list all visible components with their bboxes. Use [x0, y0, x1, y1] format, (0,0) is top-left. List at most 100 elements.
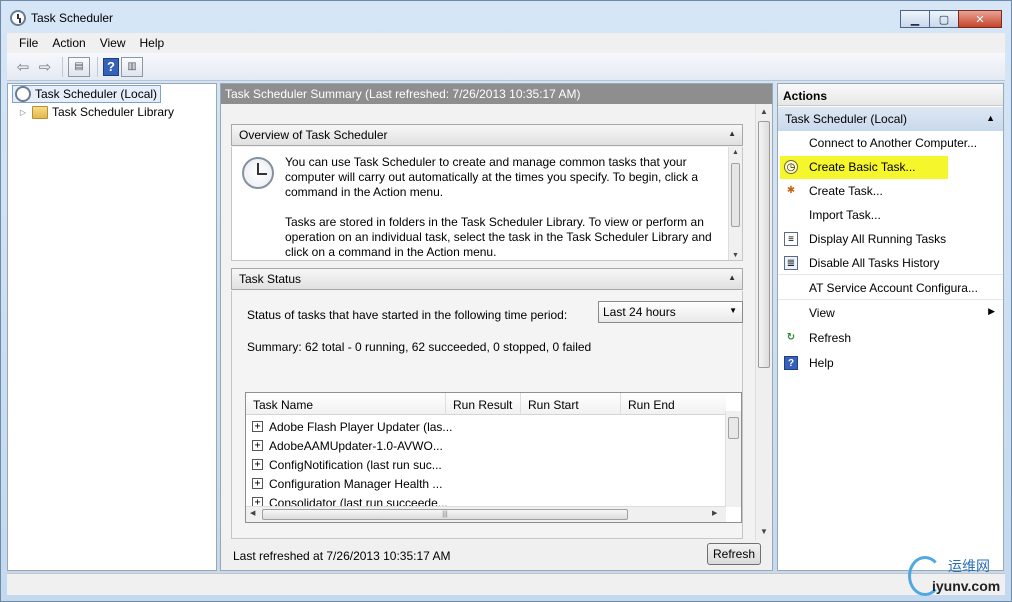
- action-refresh[interactable]: ↻ Refresh: [778, 327, 1003, 350]
- column-header-task-name[interactable]: Task Name: [246, 393, 446, 415]
- clock-icon: [10, 10, 26, 26]
- overview-section-header[interactable]: Overview of Task Scheduler ▲: [231, 124, 743, 146]
- help-icon: ?: [784, 356, 798, 370]
- task-name-cell: AdobeAAMUpdater-1.0-AVWO...: [269, 438, 443, 453]
- clock-icon: [15, 86, 31, 102]
- overview-paragraph: Tasks are stored in folders in the Task …: [285, 215, 712, 259]
- expand-plus-icon[interactable]: +: [252, 478, 263, 489]
- task-scheduler-window: Task Scheduler ▁ ▢ ✕ File Action View He…: [0, 0, 1012, 602]
- summary-scrollbar[interactable]: ▲ ▼: [755, 104, 772, 540]
- action-create-basic-task[interactable]: ◷ Create Basic Task...: [780, 156, 948, 179]
- collapse-triangle-icon[interactable]: ▲: [986, 113, 995, 123]
- overview-content: You can use Task Scheduler to create and…: [231, 147, 743, 261]
- action-label: Help: [809, 356, 834, 370]
- action-display-all-running-tasks[interactable]: ≡ Display All Running Tasks: [778, 228, 1003, 251]
- overview-title: Overview of Task Scheduler: [239, 128, 388, 142]
- action-label: Refresh: [809, 331, 852, 345]
- tree-item-task-scheduler-local[interactable]: Task Scheduler (Local): [12, 85, 162, 103]
- menu-help[interactable]: Help: [140, 36, 165, 50]
- menu-view[interactable]: View: [100, 36, 126, 50]
- minimize-button[interactable]: ▁: [900, 10, 930, 28]
- scroll-up-icon[interactable]: ▲: [756, 104, 772, 120]
- action-label: Display All Running Tasks: [809, 232, 947, 246]
- clock-icon: [242, 157, 274, 189]
- overview-scrollbar[interactable]: ▲ ▼: [728, 147, 742, 260]
- forward-arrow-icon[interactable]: ⇨: [35, 57, 55, 77]
- task-summary-text: Summary: 62 total - 0 running, 62 succee…: [247, 340, 592, 354]
- grid-horizontal-scrollbar[interactable]: ◀ ||| ▶: [246, 506, 726, 522]
- action-label: Connect to Another Computer...: [809, 136, 978, 150]
- show-hide-action-pane-icon[interactable]: ▥: [121, 56, 143, 77]
- watermark-cn-text: 运维网: [948, 559, 990, 575]
- scroll-down-icon[interactable]: ▼: [729, 252, 742, 259]
- table-row[interactable]: + AdobeAAMUpdater-1.0-AVWO...: [252, 436, 443, 455]
- table-row[interactable]: + Adobe Flash Player Updater (las...: [252, 417, 452, 436]
- action-disable-all-tasks-history[interactable]: ≣ Disable All Tasks History: [778, 252, 1003, 275]
- menu-action[interactable]: Action: [52, 36, 85, 50]
- actions-pane: Actions Task Scheduler (Local) ▲ Connect…: [777, 83, 1004, 571]
- task-status-section-header[interactable]: Task Status ▲: [231, 268, 743, 290]
- actions-group-label: Task Scheduler (Local): [785, 112, 908, 126]
- scroll-left-icon[interactable]: ◀: [250, 509, 255, 517]
- scroll-down-icon[interactable]: ▼: [756, 524, 772, 540]
- table-row[interactable]: + Configuration Manager Health ...: [252, 474, 442, 493]
- action-connect-to-another-computer[interactable]: Connect to Another Computer...: [778, 132, 1003, 155]
- refresh-icon: ↻: [786, 332, 796, 343]
- action-label: AT Service Account Configura...: [809, 281, 978, 295]
- last-refreshed-text: Last refreshed at 7/26/2013 10:35:17 AM: [233, 549, 451, 563]
- submenu-arrow-icon: ▶: [988, 306, 995, 316]
- tree-item-label: Task Scheduler Library: [52, 105, 175, 119]
- menu-bar: File Action View Help: [7, 33, 1005, 53]
- menu-file[interactable]: File: [19, 36, 38, 50]
- scroll-up-icon[interactable]: ▲: [729, 149, 742, 156]
- toolbar-separator: [62, 56, 63, 77]
- overview-text: You can use Task Scheduler to create and…: [285, 155, 725, 260]
- action-view[interactable]: View ▶: [778, 302, 1003, 325]
- time-period-select[interactable]: Last 24 hours ▼: [598, 301, 743, 323]
- table-row[interactable]: + ConfigNotification (last run suc...: [252, 455, 442, 474]
- grid-header: Task Name Run Result Run Start Run End: [246, 393, 726, 415]
- summary-header: Task Scheduler Summary (Last refreshed: …: [221, 84, 772, 104]
- grid-vertical-scrollbar[interactable]: [725, 411, 741, 507]
- scroll-thumb[interactable]: [758, 121, 770, 368]
- overview-paragraph: You can use Task Scheduler to create and…: [285, 155, 699, 199]
- summary-pane: Task Scheduler Summary (Last refreshed: …: [220, 83, 773, 571]
- action-at-service-account-configuration[interactable]: AT Service Account Configura...: [778, 277, 1003, 300]
- action-label: Create Basic Task...: [809, 160, 916, 174]
- collapse-chevron-icon[interactable]: ▲: [728, 273, 736, 282]
- chevron-down-icon: ▼: [729, 306, 737, 315]
- close-button[interactable]: ✕: [958, 10, 1002, 28]
- help-icon[interactable]: ?: [103, 57, 119, 76]
- task-status-title: Task Status: [239, 272, 302, 286]
- expand-plus-icon[interactable]: +: [252, 421, 263, 432]
- expand-plus-icon[interactable]: +: [252, 459, 263, 470]
- toolbar-separator: [97, 56, 98, 77]
- tree-item-label: Task Scheduler (Local): [35, 87, 158, 101]
- collapse-chevron-icon[interactable]: ▲: [728, 129, 736, 138]
- scroll-right-icon[interactable]: ▶: [712, 509, 717, 517]
- refresh-button[interactable]: Refresh: [707, 543, 761, 565]
- maximize-button[interactable]: ▢: [929, 10, 959, 28]
- history-icon: ≣: [784, 256, 798, 270]
- expand-plus-icon[interactable]: +: [252, 440, 263, 451]
- scroll-thumb[interactable]: [731, 163, 740, 227]
- expand-arrow-icon[interactable]: ▷: [18, 108, 28, 117]
- action-create-task[interactable]: ✱ Create Task...: [778, 180, 1003, 203]
- toolbar: ⇦ ⇨ ▤ ? ▥: [7, 53, 1005, 81]
- column-header-run-end[interactable]: Run End: [621, 393, 726, 415]
- tree-item-task-scheduler-library[interactable]: ▷ Task Scheduler Library: [18, 103, 174, 121]
- scroll-thumb[interactable]: [728, 417, 739, 439]
- actions-group-header[interactable]: Task Scheduler (Local) ▲: [778, 107, 1003, 131]
- running-tasks-icon: ≡: [784, 232, 798, 246]
- caption-buttons: ▁ ▢ ✕: [900, 10, 1002, 28]
- create-basic-task-icon: ◷: [784, 160, 798, 174]
- action-import-task[interactable]: Import Task...: [778, 204, 1003, 227]
- show-hide-console-tree-icon[interactable]: ▤: [68, 56, 90, 77]
- scroll-thumb[interactable]: |||: [262, 509, 628, 520]
- column-header-run-result[interactable]: Run Result: [446, 393, 521, 415]
- title-bar[interactable]: Task Scheduler ▁ ▢ ✕: [1, 1, 1011, 33]
- back-arrow-icon[interactable]: ⇦: [13, 57, 33, 77]
- column-header-run-start[interactable]: Run Start: [521, 393, 621, 415]
- watermark-en-text: iyunv.com: [932, 578, 1001, 594]
- action-help[interactable]: ? Help: [778, 352, 1003, 375]
